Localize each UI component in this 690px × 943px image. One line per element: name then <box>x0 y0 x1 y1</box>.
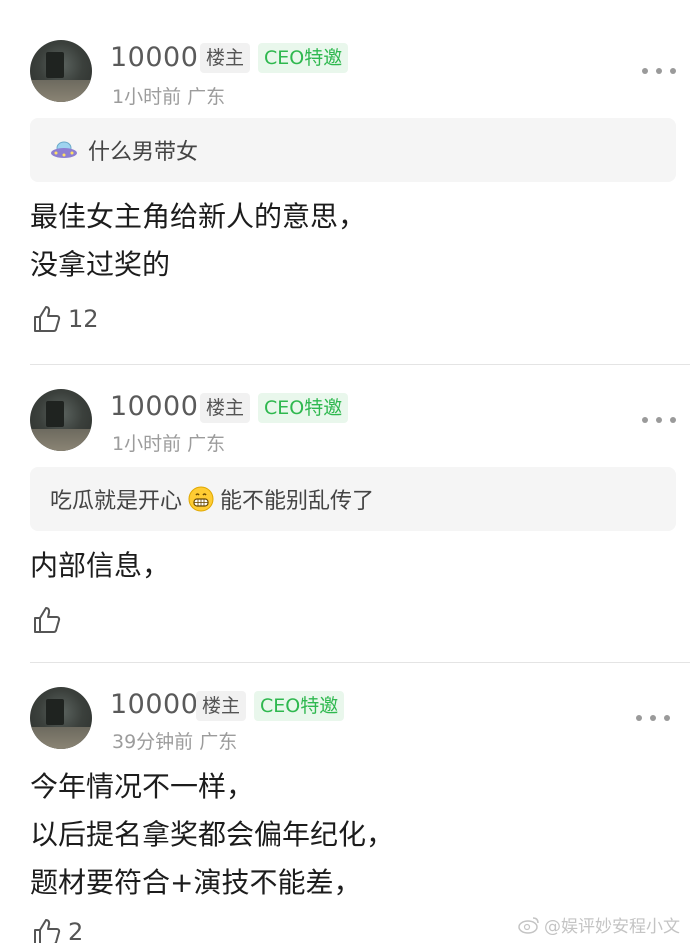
quoted-reply[interactable]: 什么男带女 <box>30 118 676 182</box>
comment-line: 没拿过奖的 <box>30 248 171 281</box>
quote-text: 什么男带女 <box>88 140 199 165</box>
username[interactable]: 10000 <box>110 689 198 720</box>
avatar[interactable] <box>30 389 92 451</box>
watermark-text: @娱评妙安程小文 <box>544 917 680 937</box>
host-badge: 楼主 <box>200 393 251 423</box>
username[interactable]: 10000 <box>110 391 198 422</box>
weibo-logo-icon <box>518 916 539 934</box>
like-count: 12 <box>68 305 99 333</box>
ceo-invite-badge: CEO特邀 <box>254 691 345 721</box>
thumbs-up-icon <box>34 607 61 633</box>
comment-item: 10000 楼主 CEO特邀 39分钟前 广东 今年情况不一样， 以后提名拿奖都… <box>0 663 690 943</box>
like-button[interactable]: 12 <box>32 304 99 334</box>
ceo-invite-badge: CEO特邀 <box>258 393 349 423</box>
more-options-icon[interactable] <box>636 713 670 723</box>
timestamp-location: 1小时前 广东 <box>112 433 226 455</box>
like-button[interactable]: 2 <box>32 917 83 943</box>
comment-item: 10000 楼主 CEO特邀 1小时前 广东 吃瓜就是开心 能不能别乱传了 内部… <box>0 365 690 663</box>
more-options-icon[interactable] <box>642 66 676 76</box>
more-options-icon[interactable] <box>642 415 676 425</box>
host-badge: 楼主 <box>200 43 251 73</box>
quote-text: 吃瓜就是开心 <box>50 489 183 514</box>
like-count: 2 <box>68 918 84 943</box>
like-button[interactable] <box>32 605 62 635</box>
comment-line: 内部信息， <box>30 549 171 582</box>
avatar[interactable] <box>30 40 92 102</box>
host-badge: 楼主 <box>196 691 247 721</box>
comment-body: 最佳女主角给新人的意思， 没拿过奖的 <box>30 193 366 289</box>
grin-emoji-icon <box>188 486 214 512</box>
ceo-invite-badge: CEO特邀 <box>258 43 349 73</box>
comment-line: 今年情况不一样， <box>30 770 255 803</box>
comment-body: 今年情况不一样， 以后提名拿奖都会偏年纪化， 题材要符合+演技不能差， <box>30 763 394 907</box>
ufo-icon <box>51 141 77 158</box>
comment-thread: 10000 楼主 CEO特邀 1小时前 广东 什么男带女 最佳女主角给新人的意思… <box>0 0 690 943</box>
timestamp-location: 39分钟前 广东 <box>112 731 238 753</box>
comment-item: 10000 楼主 CEO特邀 1小时前 广东 什么男带女 最佳女主角给新人的意思… <box>0 0 690 365</box>
timestamp-location: 1小时前 广东 <box>112 86 226 108</box>
avatar[interactable] <box>30 687 92 749</box>
comment-line: 以后提名拿奖都会偏年纪化， <box>30 818 395 851</box>
comment-body: 内部信息， <box>30 542 170 590</box>
comment-line: 最佳女主角给新人的意思， <box>30 200 367 233</box>
quoted-reply[interactable]: 吃瓜就是开心 能不能别乱传了 <box>30 467 676 531</box>
thumbs-up-icon <box>34 919 61 943</box>
username[interactable]: 10000 <box>110 42 198 73</box>
thumbs-up-icon <box>34 306 61 332</box>
comment-line: 题材要符合+演技不能差， <box>30 866 362 899</box>
watermark: @娱评妙安程小文 <box>518 912 680 937</box>
quote-text: 能不能别乱传了 <box>220 489 375 514</box>
